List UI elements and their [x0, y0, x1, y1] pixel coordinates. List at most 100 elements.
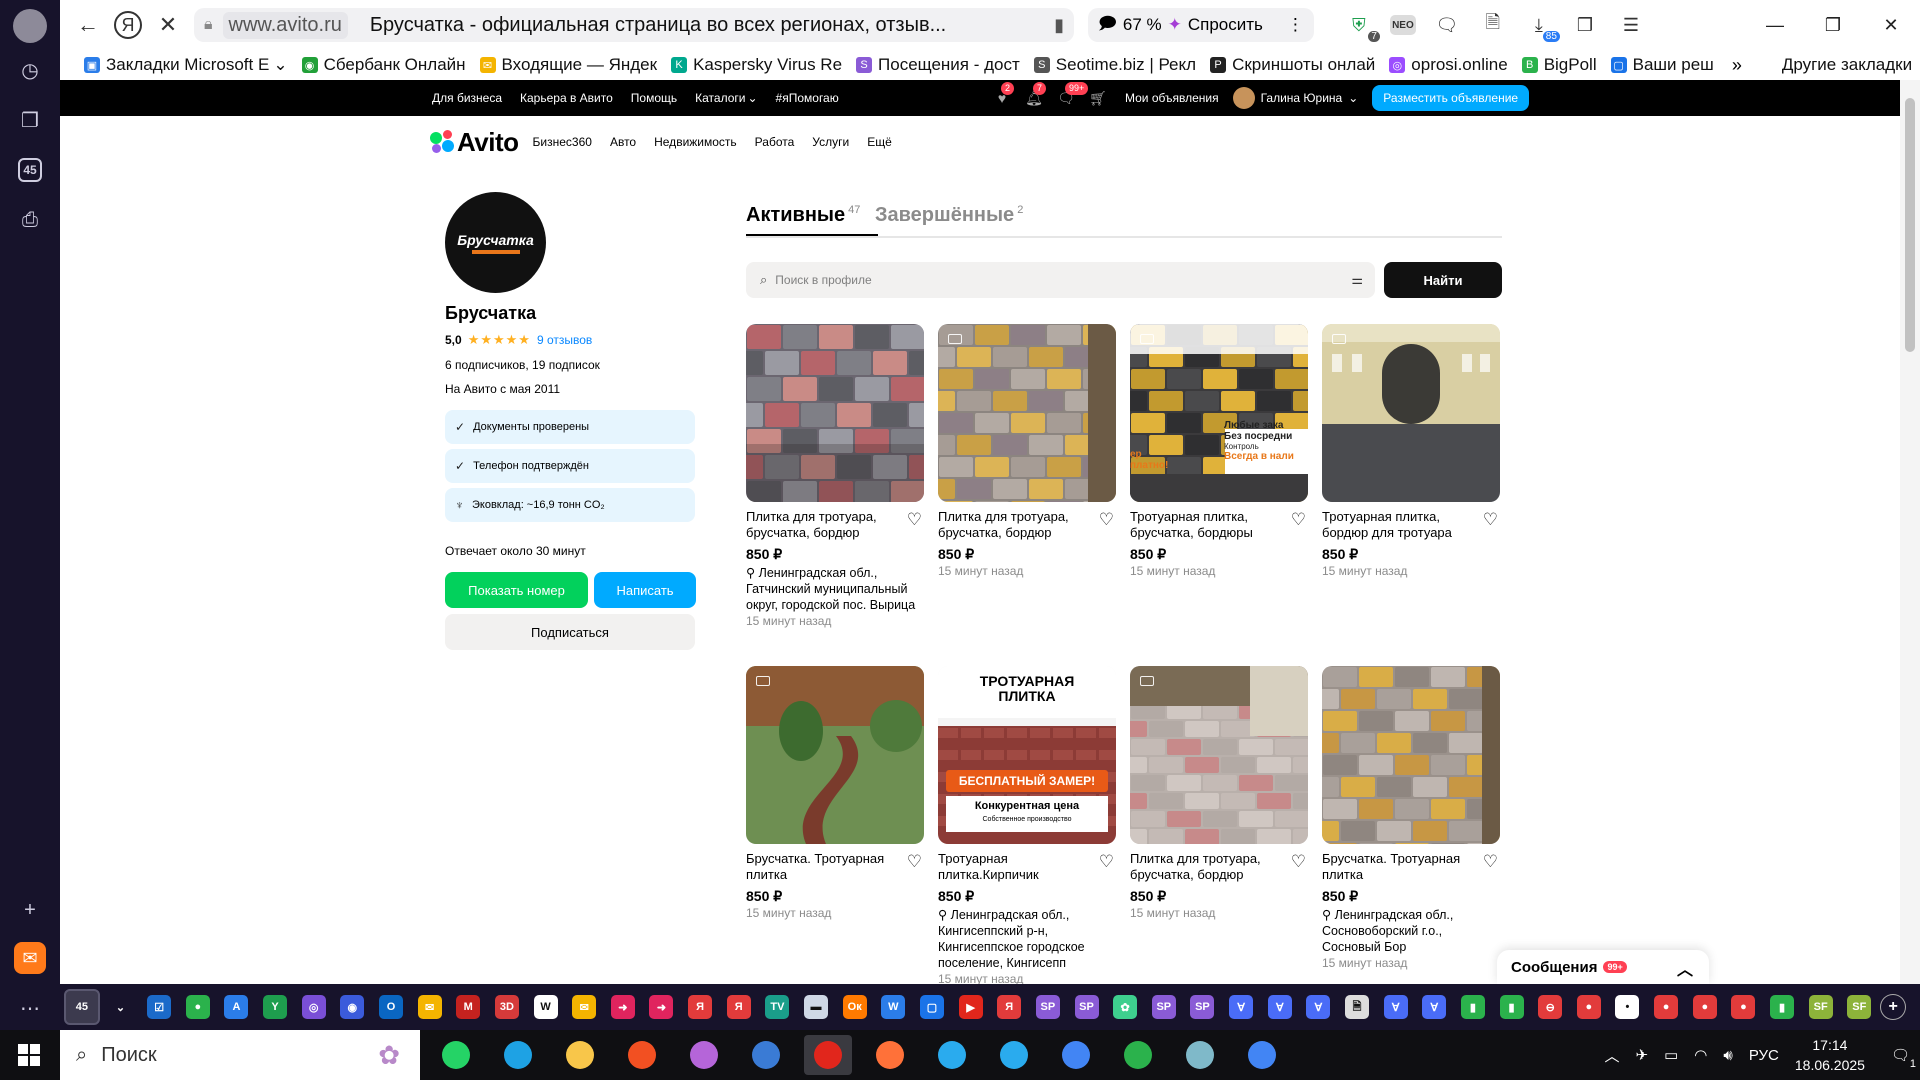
restore-icon[interactable]: ❐	[1804, 0, 1862, 50]
favorite-heart-icon[interactable]: ♡	[1291, 510, 1306, 530]
yandex-browser-icon[interactable]	[804, 1035, 852, 1075]
neo-extension-icon[interactable]: NEO	[1389, 15, 1416, 35]
post-ad-button[interactable]: Разместить объявление	[1372, 85, 1530, 111]
listing-card[interactable]: ♡ Плитка для тротуара, брусчатка, бордюр 8…	[746, 324, 924, 628]
avito-nav-link[interactable]: Авто	[610, 135, 636, 149]
word-icon[interactable]: W	[876, 989, 912, 1025]
profile-avatar[interactable]	[13, 9, 47, 43]
app-glass-icon[interactable]	[1176, 1035, 1224, 1075]
control-panel-icon[interactable]	[742, 1035, 790, 1075]
bookmarks-overflow-button[interactable]: »	[1732, 55, 1742, 76]
document-extension-icon[interactable]: 🗎︎	[1478, 10, 1508, 40]
listing-image[interactable]: ТРОТУАРНАЯ ПЛИТКА БЕСПЛАТНЫЙ ЗАМЕР! Конкуре…	[938, 666, 1116, 844]
language-indicator[interactable]: РУС	[1749, 1047, 1779, 1064]
shield-extension-icon[interactable]: ⛨ 7	[1344, 10, 1380, 42]
yandex-icon[interactable]: Я	[991, 989, 1027, 1025]
write-button[interactable]: Написать	[594, 572, 696, 608]
page-scrollbar[interactable]	[1900, 80, 1920, 984]
listing-title[interactable]: Тротуарная плитка.Кирпичик	[938, 851, 1088, 883]
my-ads-link[interactable]: Мои объявления	[1125, 91, 1219, 105]
bookmark-item[interactable]: ✉ Входящие — Яндек	[479, 55, 657, 75]
chart-icon[interactable]: ▮	[1455, 989, 1491, 1025]
chevron-down-icon[interactable]: ⌄	[103, 989, 139, 1025]
reader-icon[interactable]: ❒	[1570, 10, 1600, 40]
back-arrow-icon[interactable]: ←	[68, 5, 108, 45]
yandex-icon[interactable]: Я	[682, 989, 718, 1025]
listing-title[interactable]: Плитка для тротуара, брусчатка, бордюр	[746, 509, 896, 541]
listing-image[interactable]	[746, 666, 924, 844]
listing-title[interactable]: Брусчатка. Тротуарная плитка	[746, 851, 896, 883]
favorite-heart-icon[interactable]: ♡	[907, 852, 922, 872]
avito-logo[interactable]: Avito	[430, 127, 519, 158]
app-a-icon[interactable]: A	[219, 989, 255, 1025]
other-bookmarks-folder[interactable]: Другие закладки	[1782, 55, 1912, 75]
listing-title[interactable]: Брусчатка. Тротуарная плитка	[1322, 851, 1472, 883]
app-arrow-icon[interactable]: ➜	[605, 989, 641, 1025]
utorrent-icon[interactable]	[1114, 1035, 1162, 1075]
avito-top-link[interactable]: Карьера в Авито	[520, 91, 613, 105]
filter-icon[interactable]: ⚌	[1351, 272, 1363, 288]
zoom-chip[interactable]: 🗩︎ 67 % ✦ Спросить ⋮	[1088, 8, 1314, 42]
messages-widget[interactable]: Сообщения 99+ ︿	[1497, 950, 1709, 984]
avito-nav-link[interactable]: Работа	[755, 135, 795, 149]
listing-image[interactable]	[938, 324, 1116, 502]
ask-button[interactable]: Спросить	[1188, 15, 1263, 35]
bookmark-item[interactable]: P Скриншоты онлай	[1210, 55, 1375, 75]
listing-title[interactable]: Плитка для тротуара, брусчатка, бордюр	[1130, 851, 1280, 883]
sf-icon[interactable]: SF	[1842, 989, 1878, 1025]
messages-icon[interactable]: 🗨︎ 99+	[1057, 82, 1089, 107]
more-dots-icon[interactable]: ⋯	[14, 992, 46, 1024]
taskbar-search[interactable]: ⌕ Поиск ✿	[60, 1030, 420, 1080]
add-panel-icon[interactable]: +	[14, 894, 46, 926]
bookmark-item[interactable]: ◎ oprosi.online	[1389, 55, 1508, 75]
chrome-icon[interactable]	[1052, 1035, 1100, 1075]
profile-search-input[interactable]: ⌕ Поиск в профиле ⚌	[746, 262, 1375, 298]
app-3d-icon[interactable]: 3D	[489, 989, 525, 1025]
address-bar[interactable]: 🔒︎ www.avito.ru Брусчатка - официальная …	[194, 8, 1074, 42]
record-icon[interactable]: ●	[1648, 989, 1684, 1025]
record-icon[interactable]: ●	[1726, 989, 1762, 1025]
document-icon[interactable]: 🗎︎	[1339, 989, 1375, 1025]
tray-expand-icon[interactable]: ︿	[1605, 1045, 1620, 1066]
mail-icon[interactable]: ✉	[566, 989, 602, 1025]
avito-nav-link[interactable]: Бизнес360	[533, 135, 592, 149]
listing-card[interactable]: ♡ Плитка для тротуара, брусчатка, бордюр 8…	[1130, 666, 1308, 920]
tab-finished[interactable]: Завершённые 2	[875, 204, 1023, 227]
bookmark-item[interactable]: ▣ Закладки Microsoft E ⌄	[84, 55, 288, 75]
show-phone-button[interactable]: Показать номер	[445, 572, 588, 608]
yandex-home-icon[interactable]: Я	[114, 11, 142, 39]
sf-icon[interactable]: SF	[1803, 989, 1839, 1025]
downloads-icon[interactable]: ⤓ 85	[1524, 10, 1560, 42]
sp-icon[interactable]: SP	[1185, 989, 1221, 1025]
find-button[interactable]: Найти	[1384, 262, 1502, 298]
listing-card[interactable]: Любые зака Без посредни Контроль Всегда в н…	[1130, 324, 1308, 578]
app-card-icon[interactable]: ▬	[798, 989, 834, 1025]
chart-icon[interactable]: ▮	[1494, 989, 1530, 1025]
tasks-icon[interactable]: ☑	[141, 989, 177, 1025]
avito-nav-link[interactable]: Услуги	[812, 135, 849, 149]
cart-icon[interactable]: 🛒︎	[1089, 89, 1107, 107]
subscribe-button[interactable]: Подписаться	[445, 614, 695, 650]
windows-start-icon[interactable]	[18, 1044, 40, 1066]
reviews-link[interactable]: 9 отзывов	[537, 333, 592, 347]
app-disc-icon[interactable]: ◉	[335, 989, 371, 1025]
listing-image[interactable]: Любые зака Без посредни Контроль Всегда в н…	[1130, 324, 1308, 502]
sp-icon[interactable]: SP	[1030, 989, 1066, 1025]
listing-card[interactable]: ♡ Тротуарная плитка, бордюр для тротуара 8…	[1322, 324, 1500, 578]
whatsapp-icon[interactable]	[432, 1035, 480, 1075]
sp-icon[interactable]: SP	[1146, 989, 1182, 1025]
mail-icon[interactable]: ✉	[412, 989, 448, 1025]
favorite-heart-icon[interactable]: ♡	[907, 510, 922, 530]
avito-nav-link[interactable]: Ещё	[867, 135, 892, 149]
yandex-icon[interactable]: Я	[721, 989, 757, 1025]
sp-icon[interactable]: SP	[1069, 989, 1105, 1025]
stop-loading-icon[interactable]: ✕	[148, 5, 188, 45]
telegram-icon[interactable]	[990, 1035, 1038, 1075]
mail-app-icon[interactable]: ✉	[14, 942, 46, 974]
listing-image[interactable]	[746, 324, 924, 502]
favorite-heart-icon[interactable]: ♡	[1483, 852, 1498, 872]
gmail-icon[interactable]: M	[450, 989, 486, 1025]
bookmark-item[interactable]: S Посещения - дост	[856, 55, 1020, 75]
clock[interactable]: 17:14 18.06.2025	[1795, 1035, 1865, 1075]
bookmark-item[interactable]: ▢ Ваши реш	[1610, 55, 1714, 75]
